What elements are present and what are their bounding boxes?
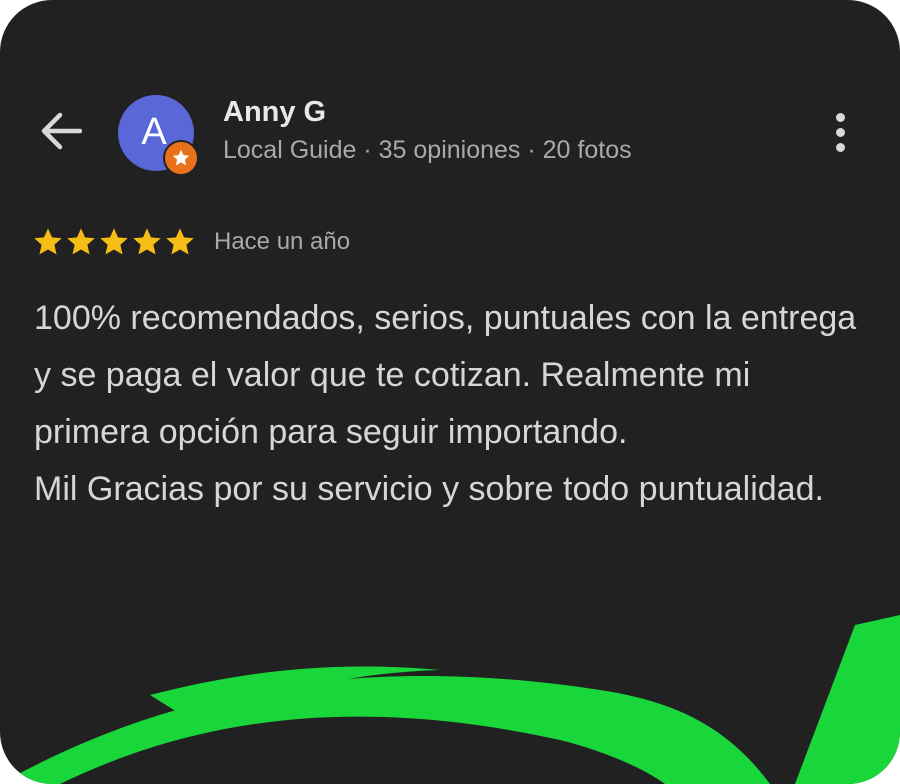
more-vertical-icon-dot (835, 127, 845, 137)
avatar-letter: A (141, 110, 167, 153)
arrow-left-icon (41, 112, 82, 150)
review-card: A Anny G Local Guide · 35 opiniones · 20… (0, 0, 900, 784)
review-text: 100% recomendados, serios, puntuales con… (34, 290, 874, 518)
more-options-button[interactable] (824, 108, 856, 156)
user-name[interactable]: Anny G (223, 96, 326, 129)
star-icon (34, 228, 62, 255)
more-vertical-icon-dot (835, 142, 845, 152)
review-time: Hace un año (214, 228, 351, 255)
review-paragraph: Mil Gracias por su servicio y sobre todo… (34, 470, 824, 508)
user-meta: Local Guide · 35 opiniones · 20 fotos (223, 136, 632, 164)
star-icon (133, 228, 161, 255)
star-icon (67, 228, 95, 255)
more-vertical-icon (835, 112, 845, 122)
star-icon (166, 228, 194, 255)
star-icon (100, 228, 128, 255)
review-paragraph: 100% recomendados, serios, puntuales con… (34, 299, 857, 451)
star-rating (32, 226, 196, 258)
local-guide-star-icon (163, 140, 199, 176)
back-button[interactable] (36, 108, 86, 154)
